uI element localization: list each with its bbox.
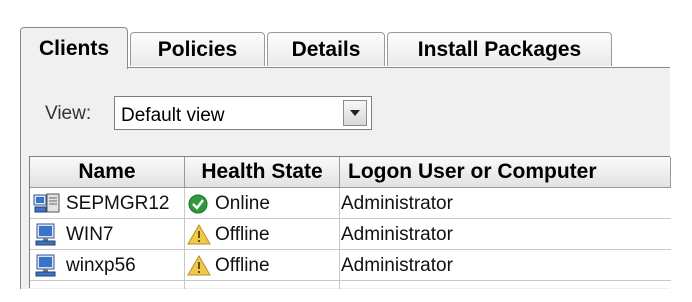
table-row[interactable]: WIN7 Offline Administrator [30,219,671,250]
tab-label: Details [291,37,361,61]
check-icon [188,194,208,214]
column-header-health-state[interactable]: Health State [185,157,340,188]
client-name: winxp56 [66,254,136,276]
health-state: Offline [215,223,270,245]
tab-label: Policies [157,37,238,61]
dropdown-button[interactable] [343,100,367,126]
column-header-name[interactable]: Name [30,157,185,188]
view-select-value: Default view [121,105,225,126]
view-select[interactable]: Default view [114,96,372,130]
clients-table: Name Health State Logon User or Computer… [29,156,671,289]
table-row[interactable]: SEPMGR12 Online Administrator [30,188,671,219]
column-divider [184,188,185,289]
health-state: Online [215,192,270,214]
view-label: View: [45,103,92,124]
health-state: Offline [215,254,270,276]
column-header-logon-user[interactable]: Logon User or Computer [340,157,671,188]
warning-icon [187,255,211,276]
column-divider [339,188,340,289]
tab-clients[interactable]: Clients [20,27,128,69]
logon-user: Administrator [341,223,453,245]
tab-details[interactable]: Details [267,32,385,66]
tab-install-packages[interactable]: Install Packages [387,32,612,66]
warning-icon [187,224,211,245]
client-name: SEPMGR12 [66,192,170,214]
tab-label: Clients [38,36,109,60]
chevron-down-icon [350,110,360,116]
table-row[interactable]: winxp56 Offline Administrator [30,250,671,281]
server-icon [33,193,60,213]
computer-icon [35,223,56,246]
logon-user: Administrator [341,192,453,214]
logon-user: Administrator [341,254,453,276]
tab-label: Install Packages [417,37,582,61]
tab-policies[interactable]: Policies [130,32,265,66]
client-name: WIN7 [66,223,114,245]
computer-icon [35,254,56,277]
